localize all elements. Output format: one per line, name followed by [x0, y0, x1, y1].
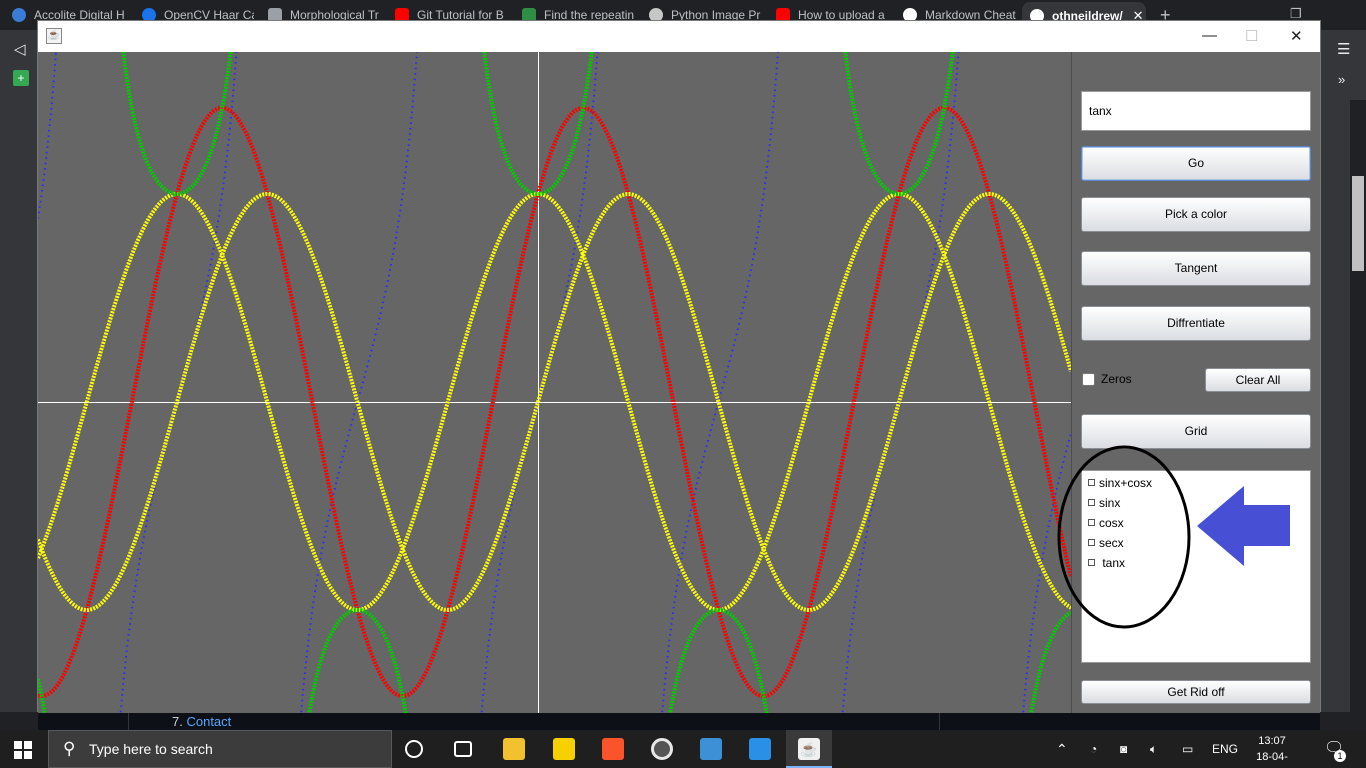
browser-toolbar-left: ◁ +	[0, 30, 38, 712]
camera-icon[interactable]: ◙	[1120, 730, 1127, 768]
contact-link-item[interactable]: 7. Contact	[172, 714, 231, 729]
bookmark-icon[interactable]: +	[13, 70, 29, 86]
app-window: ☕ — ☐ ✕ Go Pick a color Tangent Diffrent…	[37, 20, 1321, 713]
taskbar: ⚲ Type here to search ☕ ⌃ ◔ ◙ 🔈︎ ▭ ENG 1…	[0, 730, 1366, 768]
contact-link[interactable]: Contact	[186, 714, 231, 729]
list-item[interactable]: tanx	[1088, 556, 1125, 570]
graph-canvas[interactable]	[38, 52, 1071, 713]
list-item[interactable]: secx	[1088, 536, 1124, 550]
notification-icon[interactable]: 🗨︎	[1324, 730, 1344, 768]
zeros-checkbox[interactable]: Zeros	[1082, 372, 1132, 386]
clock[interactable]: 13:0718-04-2021	[1252, 733, 1292, 768]
function-list[interactable]: sinx+cosx sinx cosx secx tanx	[1081, 470, 1311, 663]
differentiate-button[interactable]: Diffrentiate	[1081, 306, 1311, 341]
virtualbox-icon[interactable]	[700, 738, 722, 760]
sticky-notes-icon[interactable]	[553, 738, 575, 760]
go-button[interactable]: Go	[1081, 146, 1311, 181]
minimize-icon[interactable]: —	[1202, 27, 1217, 44]
list-item[interactable]: sinx+cosx	[1088, 476, 1152, 490]
close-icon[interactable]: ✕	[1290, 27, 1303, 45]
list-item[interactable]: sinx	[1088, 496, 1120, 510]
function-input[interactable]	[1081, 91, 1311, 131]
battery-icon[interactable]: ▭	[1182, 730, 1193, 768]
maximize-icon[interactable]: ☐	[1245, 27, 1258, 45]
search-icon: ⚲	[63, 739, 76, 758]
scrollbar-thumb[interactable]	[1352, 176, 1364, 271]
active-app-highlight	[786, 730, 832, 768]
zeros-label: Zeros	[1101, 372, 1132, 386]
app-title-bar: ☕ — ☐ ✕	[38, 21, 1320, 52]
cortana-icon[interactable]	[405, 740, 423, 758]
grid-button[interactable]: Grid	[1081, 414, 1311, 449]
windows-start-icon[interactable]	[14, 741, 32, 759]
volume-icon[interactable]: 🔈︎	[1150, 730, 1157, 768]
back-icon[interactable]: ◁	[14, 40, 26, 58]
graph-plot	[38, 52, 1071, 713]
language-indicator[interactable]: ENG	[1212, 730, 1238, 768]
brave-icon[interactable]	[602, 738, 624, 760]
get-rid-off-button[interactable]: Get Rid off	[1081, 680, 1311, 704]
control-panel: Go Pick a color Tangent Diffrentiate Zer…	[1071, 52, 1320, 713]
vscode-icon[interactable]	[749, 738, 771, 760]
clear-all-button[interactable]: Clear All	[1205, 368, 1311, 392]
file-explorer-icon[interactable]	[503, 738, 525, 760]
accolite-icon	[12, 8, 26, 22]
list-item[interactable]: cosx	[1088, 516, 1124, 530]
notification-count-badge: 1	[1334, 750, 1346, 762]
task-view-icon[interactable]	[454, 741, 472, 757]
java-icon: ☕	[46, 28, 62, 44]
pick-color-button[interactable]: Pick a color	[1081, 197, 1311, 232]
chevron-right-icon[interactable]: »	[1338, 72, 1345, 87]
network-icon[interactable]: ◔	[1090, 730, 1097, 768]
tanx-curve	[38, 52, 1071, 713]
checkbox-box[interactable]	[1082, 372, 1095, 386]
taskbar-search[interactable]: ⚲ Type here to search	[48, 730, 392, 768]
chevron-up-icon[interactable]: ⌃	[1056, 730, 1068, 768]
tangent-button[interactable]: Tangent	[1081, 251, 1311, 286]
obs-icon[interactable]	[651, 738, 673, 760]
menu-icon[interactable]: ☰	[1337, 40, 1350, 58]
secx-curve	[38, 52, 1071, 713]
